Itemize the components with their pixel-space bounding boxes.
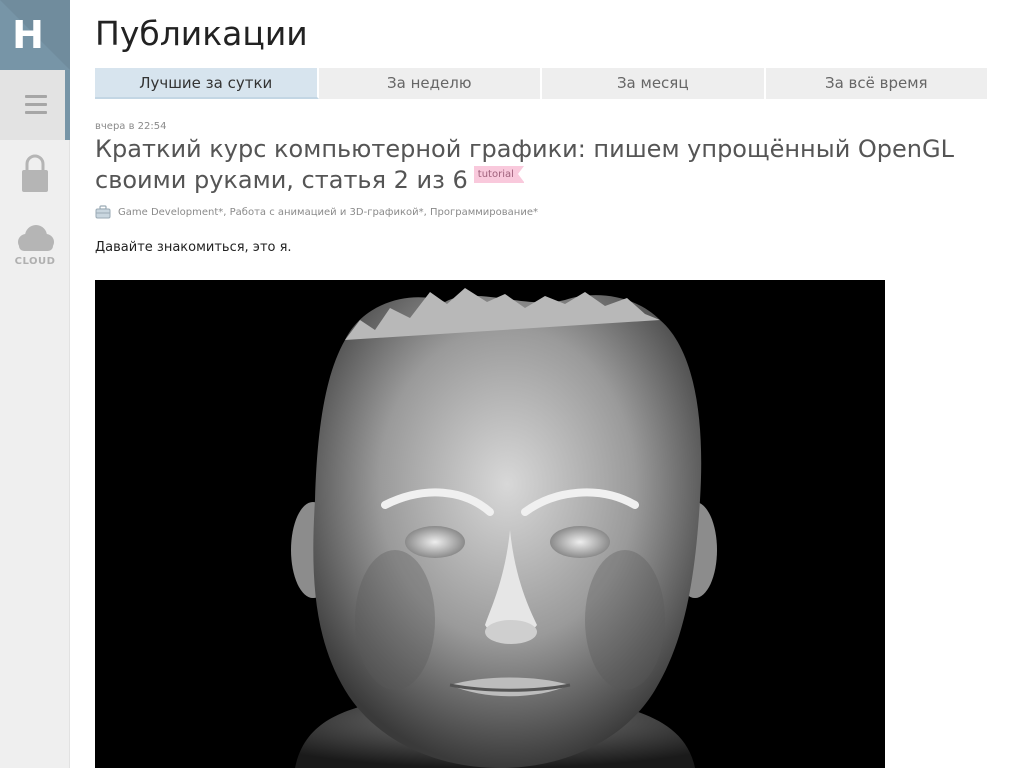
briefcase-icon — [95, 205, 111, 219]
login-button[interactable] — [0, 140, 70, 214]
post-title-link[interactable]: Краткий курс компьютерной графики: пишем… — [95, 135, 954, 194]
lock-icon — [22, 154, 48, 192]
menu-button[interactable] — [0, 70, 70, 140]
sidebar: H CLOUD — [0, 0, 70, 768]
post-date: вчера в 22:54 — [95, 121, 167, 132]
page-title: Публикации — [95, 14, 308, 53]
tab-best-daily[interactable]: Лучшие за сутки — [95, 68, 319, 99]
app: H CLOUD Публикации Лучшие за сутки За не… — [0, 0, 1024, 768]
tab-month[interactable]: За месяц — [542, 68, 766, 99]
logo-button[interactable]: H — [0, 0, 70, 70]
hubs-list[interactable]: Game Development*, Работа с анимацией и … — [118, 207, 538, 218]
tabs: Лучшие за сутки За неделю За месяц За вс… — [95, 68, 987, 99]
cloud-button[interactable]: CLOUD — [0, 214, 70, 280]
post-image — [95, 280, 885, 768]
cloud-icon — [18, 225, 54, 251]
rendered-head-image — [95, 280, 885, 768]
post-title: Краткий курс компьютерной графики: пишем… — [95, 134, 975, 196]
tab-week[interactable]: За неделю — [318, 68, 542, 99]
logo-letter: H — [12, 13, 44, 57]
cloud-label: CLOUD — [14, 256, 56, 267]
tab-all-time[interactable]: За всё время — [765, 68, 987, 99]
post-intro: Давайте знакомиться, это я. — [95, 240, 292, 255]
tutorial-tag: tutorial — [473, 166, 524, 183]
post-hubs: Game Development*, Работа с анимацией и … — [95, 204, 538, 220]
